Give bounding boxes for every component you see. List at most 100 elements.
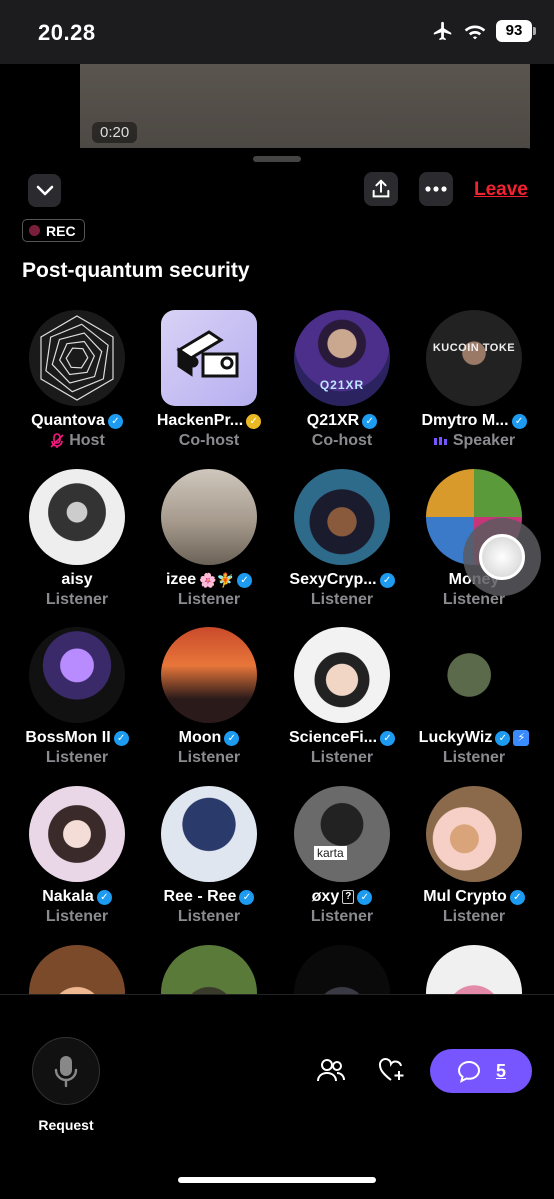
avatar: karta xyxy=(294,786,390,882)
avatar: KUCOIN TOKE xyxy=(426,310,522,406)
collapse-button[interactable] xyxy=(28,174,61,207)
participant[interactable]: ScienceFi... ✓ Listener xyxy=(276,627,408,767)
react-button[interactable] xyxy=(378,1057,406,1088)
comment-icon xyxy=(457,1060,480,1083)
lightning-badge-icon: ⚡ xyxy=(513,730,530,746)
participant-role: Co-host xyxy=(178,432,240,449)
bottom-bar: Request 5 xyxy=(0,994,554,1199)
participant-role: Co-host xyxy=(311,432,373,449)
request-mic-button[interactable] xyxy=(32,1037,100,1105)
assistive-touch-button[interactable] xyxy=(463,518,541,596)
participant-name: HackenPr... xyxy=(156,412,244,429)
verified-badge-icon: ✓ xyxy=(509,889,525,905)
home-indicator[interactable] xyxy=(178,1177,376,1183)
participant-name: aisy xyxy=(61,571,93,588)
participant[interactable]: Ree - Ree ✓ Listener xyxy=(143,786,275,926)
avatar-text: KUCOIN TOKE xyxy=(432,342,516,354)
verified-badge-icon: ✓ xyxy=(511,413,527,429)
participant[interactable]: BossMon II ✓ Listener xyxy=(11,627,143,767)
participant-role: Listener xyxy=(442,749,506,766)
leave-button[interactable]: Leave xyxy=(474,179,528,201)
participant[interactable]: SexyCryp... ✓ Listener xyxy=(276,469,408,609)
avatar xyxy=(426,627,522,723)
participant-role: Listener xyxy=(310,591,374,608)
share-icon xyxy=(372,179,390,198)
participant-name: BossMon II xyxy=(25,729,111,746)
participant[interactable]: Nakala ✓ Listener xyxy=(11,786,143,926)
avatar xyxy=(161,469,257,565)
rec-label: REC xyxy=(46,222,76,239)
participant[interactable]: Quantova ✓ Host xyxy=(11,310,143,450)
participant-name: ScienceFi... xyxy=(288,729,378,746)
avatar xyxy=(29,310,125,406)
participant-name: Quantova xyxy=(31,412,105,429)
participant-role: Listener xyxy=(310,749,374,766)
participant-name: Nakala xyxy=(42,888,94,905)
sheet-grabber[interactable] xyxy=(253,156,301,162)
space-title: Post-quantum security xyxy=(22,259,250,282)
muted-mic-icon xyxy=(50,433,64,448)
participant-role: Listener xyxy=(442,908,506,925)
avatar xyxy=(29,469,125,565)
participant[interactable]: HackenPr... ✓ Co-host xyxy=(143,310,275,450)
status-bar: 20.28 93 xyxy=(0,0,554,64)
people-icon xyxy=(317,1059,345,1082)
verified-badge-icon: ✓ xyxy=(113,730,129,746)
heart-plus-icon xyxy=(379,1058,404,1081)
verified-badge-icon: ✓ xyxy=(237,572,253,588)
participant[interactable]: Q21XR Q21XR ✓ Co-host xyxy=(276,310,408,450)
participant-name: SexyCryp... xyxy=(289,571,377,588)
participant[interactable]: Mul Crypto ✓ Listener xyxy=(408,786,540,926)
avatar xyxy=(294,627,390,723)
participant-name: Mul Crypto xyxy=(423,888,507,905)
participant[interactable]: Moon ✓ Listener xyxy=(143,627,275,767)
verified-badge-icon: ✓ xyxy=(96,889,112,905)
verified-badge-icon: ✓ xyxy=(362,413,378,429)
participant-role: Listener xyxy=(45,591,109,608)
participant-name: Q21XR xyxy=(306,412,360,429)
participant[interactable]: karta øxy? ✓ Listener xyxy=(276,786,408,926)
comments-button[interactable]: 5 xyxy=(430,1049,532,1093)
avatar xyxy=(29,627,125,723)
verified-badge-icon: ✓ xyxy=(495,730,511,746)
verified-badge-icon: ✓ xyxy=(379,572,395,588)
video-timestamp: 0:20 xyxy=(92,122,138,143)
unknown-emoji-icon: ? xyxy=(342,890,355,904)
participant[interactable]: aisy Listener xyxy=(11,469,143,609)
assistive-touch-icon xyxy=(479,534,525,580)
participant-name: Dmytro M... xyxy=(421,412,509,429)
avatar-text: karta xyxy=(314,846,347,860)
participant-name: Moon xyxy=(178,729,222,746)
recording-badge: REC xyxy=(22,219,85,242)
participant-role: Listener xyxy=(177,591,241,608)
wifi-icon xyxy=(464,25,486,40)
avatar xyxy=(29,786,125,882)
avatar xyxy=(426,786,522,882)
more-options-button[interactable] xyxy=(419,172,453,206)
more-dots-icon xyxy=(425,186,447,192)
participant[interactable]: izee 🌸🧚 ✓ Listener xyxy=(143,469,275,609)
avatar xyxy=(161,310,257,406)
status-icons: 93 xyxy=(432,20,536,42)
comment-count: 5 xyxy=(495,1060,506,1081)
verified-gold-badge-icon: ✓ xyxy=(246,413,262,429)
avatar xyxy=(294,469,390,565)
people-button[interactable] xyxy=(316,1057,346,1090)
participant-role: Listener xyxy=(310,908,374,925)
participant-role: Host xyxy=(69,432,105,449)
name-emoji: 🌸🧚 xyxy=(199,571,235,588)
participant-name: izee xyxy=(165,571,197,588)
verified-badge-icon: ✓ xyxy=(224,730,240,746)
microphone-icon xyxy=(54,1056,78,1088)
verified-badge-icon: ✓ xyxy=(107,413,123,429)
record-dot-icon xyxy=(29,225,40,236)
status-time: 20.28 xyxy=(38,20,96,45)
participant-name: LuckyWiz xyxy=(418,729,493,746)
participant-name: Ree - Ree xyxy=(163,888,237,905)
participant[interactable]: KUCOIN TOKE Dmytro M... ✓ Speaker xyxy=(408,310,540,450)
participant[interactable]: LuckyWiz ✓ ⚡ Listener xyxy=(408,627,540,767)
avatar: Q21XR xyxy=(294,310,390,406)
battery-indicator: 93 xyxy=(496,20,536,42)
share-button[interactable] xyxy=(364,172,398,206)
avatar xyxy=(161,627,257,723)
